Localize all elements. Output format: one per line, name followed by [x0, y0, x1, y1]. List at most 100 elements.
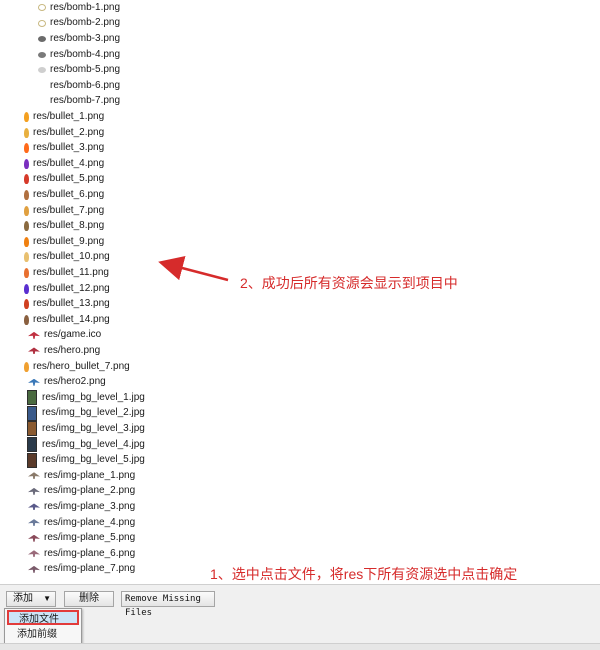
- game-icon: [28, 331, 40, 339]
- list-item[interactable]: res/img-plane_5.png: [28, 530, 135, 546]
- image-thumbnail-icon: [27, 390, 37, 406]
- bomb-icon: [38, 83, 46, 89]
- bullet-icon: [24, 143, 29, 154]
- plane-icon: [28, 347, 40, 355]
- list-item[interactable]: res/bullet_1.png: [24, 109, 104, 125]
- image-thumbnail-icon: [27, 405, 37, 421]
- list-item[interactable]: res/img_bg_level_2.jpg: [27, 405, 145, 422]
- file-name: res/bomb-5.png: [50, 64, 121, 76]
- list-item[interactable]: res/img_bg_level_4.jpg: [27, 437, 145, 453]
- bullet-icon: [24, 189, 29, 200]
- plane-icon: [28, 503, 40, 511]
- list-item[interactable]: res/img-plane_1.png: [28, 468, 135, 484]
- list-item[interactable]: res/bullet_8.png: [24, 218, 104, 234]
- list-item[interactable]: res/bullet_4.png: [24, 156, 104, 172]
- bullet-icon: [24, 299, 29, 310]
- file-name: res/bullet_10.png: [33, 251, 110, 263]
- bullet-icon: [24, 111, 29, 122]
- file-name: res/hero.png: [44, 344, 101, 356]
- list-item[interactable]: res/hero.png: [28, 343, 100, 359]
- list-item[interactable]: res/hero2.png: [28, 374, 106, 390]
- list-item[interactable]: res/bullet_14.png: [24, 312, 110, 328]
- file-name: res/bomb-1.png: [50, 1, 121, 13]
- file-name: res/bomb-3.png: [50, 32, 121, 44]
- list-item[interactable]: res/bullet_11.png: [24, 265, 109, 281]
- bomb-icon: [38, 4, 46, 12]
- list-item[interactable]: res/img-plane_4.png: [28, 515, 135, 531]
- plane-icon: [28, 378, 40, 386]
- chevron-down-icon: ▼: [43, 594, 51, 603]
- bottom-toolbar: 添加 ▼ 删除 Remove Missing Files: [0, 584, 600, 650]
- list-item[interactable]: res/bomb-1.png: [30, 0, 120, 16]
- list-item[interactable]: res/game.ico: [28, 328, 101, 344]
- list-item[interactable]: res/bomb-4.png: [30, 47, 120, 63]
- file-name: res/img-plane_4.png: [44, 516, 136, 528]
- list-item[interactable]: res/bullet_6.png: [24, 187, 104, 203]
- list-item[interactable]: res/bomb-6.png: [30, 78, 120, 94]
- add-button-label: 添加: [13, 593, 33, 604]
- file-name: res/bullet_8.png: [33, 220, 105, 232]
- file-name: res/img_bg_level_5.jpg: [42, 454, 145, 466]
- list-item[interactable]: res/img-plane_7.png: [28, 562, 135, 578]
- file-name: res/bullet_7.png: [33, 204, 105, 216]
- file-name: res/hero2.png: [44, 376, 106, 388]
- file-name: res/img_bg_level_2.jpg: [42, 407, 145, 419]
- list-item[interactable]: res/bullet_9.png: [24, 234, 104, 250]
- bullet-icon: [24, 236, 29, 247]
- list-item[interactable]: res/bullet_12.png: [24, 281, 110, 297]
- delete-button[interactable]: 删除: [64, 591, 114, 607]
- bullet-icon: [24, 174, 29, 185]
- bomb-icon: [38, 35, 46, 42]
- list-item[interactable]: res/img-plane_6.png: [28, 546, 135, 562]
- list-item[interactable]: res/bullet_3.png: [24, 140, 104, 156]
- list-item[interactable]: res/bullet_2.png: [24, 125, 104, 141]
- list-item[interactable]: res/bomb-7.png: [30, 94, 120, 110]
- file-name: res/bullet_13.png: [33, 298, 110, 310]
- bullet-icon: [24, 314, 29, 325]
- bullet-icon: [24, 283, 29, 294]
- file-name: res/img_bg_level_3.jpg: [42, 422, 145, 434]
- file-name: res/hero_bullet_7.png: [33, 360, 130, 372]
- bullet-icon: [24, 267, 29, 278]
- file-name: res/img_bg_level_1.jpg: [42, 391, 145, 403]
- file-name: res/bullet_14.png: [33, 313, 110, 325]
- file-name: res/bullet_5.png: [33, 173, 105, 185]
- bullet-icon: [24, 127, 29, 138]
- file-name: res/bomb-7.png: [50, 95, 121, 107]
- file-name: res/img-plane_7.png: [44, 563, 136, 575]
- list-item[interactable]: res/img_bg_level_5.jpg: [27, 452, 145, 468]
- bullet-icon: [24, 205, 29, 216]
- bullet-icon: [24, 158, 29, 169]
- list-item[interactable]: res/bullet_7.png: [24, 203, 104, 219]
- list-item[interactable]: res/hero_bullet_7.png: [24, 359, 130, 375]
- file-name: res/bomb-6.png: [50, 79, 121, 91]
- list-item[interactable]: res/img-plane_3.png: [28, 499, 135, 515]
- list-item[interactable]: res/bomb-3.png: [30, 31, 120, 47]
- file-name: res/img-plane_2.png: [44, 485, 136, 497]
- note-step-select-files: 1、选中点击文件，将res下所有资源选中点击确定: [210, 566, 518, 582]
- file-name: res/bullet_12.png: [33, 282, 110, 294]
- bullet-icon: [24, 361, 29, 372]
- list-item[interactable]: res/img-plane_2.png: [28, 484, 135, 500]
- list-item[interactable]: res/img_bg_level_3.jpg: [27, 421, 145, 437]
- file-name: res/img-plane_6.png: [44, 547, 136, 559]
- list-item[interactable]: res/img_bg_level_1.jpg: [27, 390, 145, 406]
- add-dropdown-button[interactable]: 添加 ▼: [6, 591, 56, 607]
- remove-missing-files-button[interactable]: Remove Missing Files: [121, 591, 215, 618]
- menu-item-add-prefix[interactable]: 添加前缀: [7, 627, 79, 642]
- list-item[interactable]: res/bullet_5.png: [24, 172, 104, 188]
- note-result-shown: 2、成功后所有资源会显示到项目中: [240, 275, 458, 291]
- list-item[interactable]: res/bullet_13.png: [24, 296, 110, 312]
- file-name: res/bullet_3.png: [33, 142, 105, 154]
- file-name: res/bullet_9.png: [33, 235, 105, 247]
- image-thumbnail-icon: [27, 437, 37, 453]
- file-name: res/bomb-4.png: [50, 48, 121, 60]
- bullet-icon: [24, 221, 29, 232]
- list-item[interactable]: res/bullet_10.png: [24, 250, 110, 266]
- menu-item-add-file[interactable]: 添加文件: [7, 610, 79, 625]
- plane-icon: [28, 565, 40, 573]
- list-item[interactable]: res/bomb-2.png: [30, 16, 120, 32]
- plane-icon: [28, 472, 40, 480]
- list-item[interactable]: res/bomb-5.png: [30, 62, 120, 78]
- file-name: res/bullet_4.png: [33, 157, 105, 169]
